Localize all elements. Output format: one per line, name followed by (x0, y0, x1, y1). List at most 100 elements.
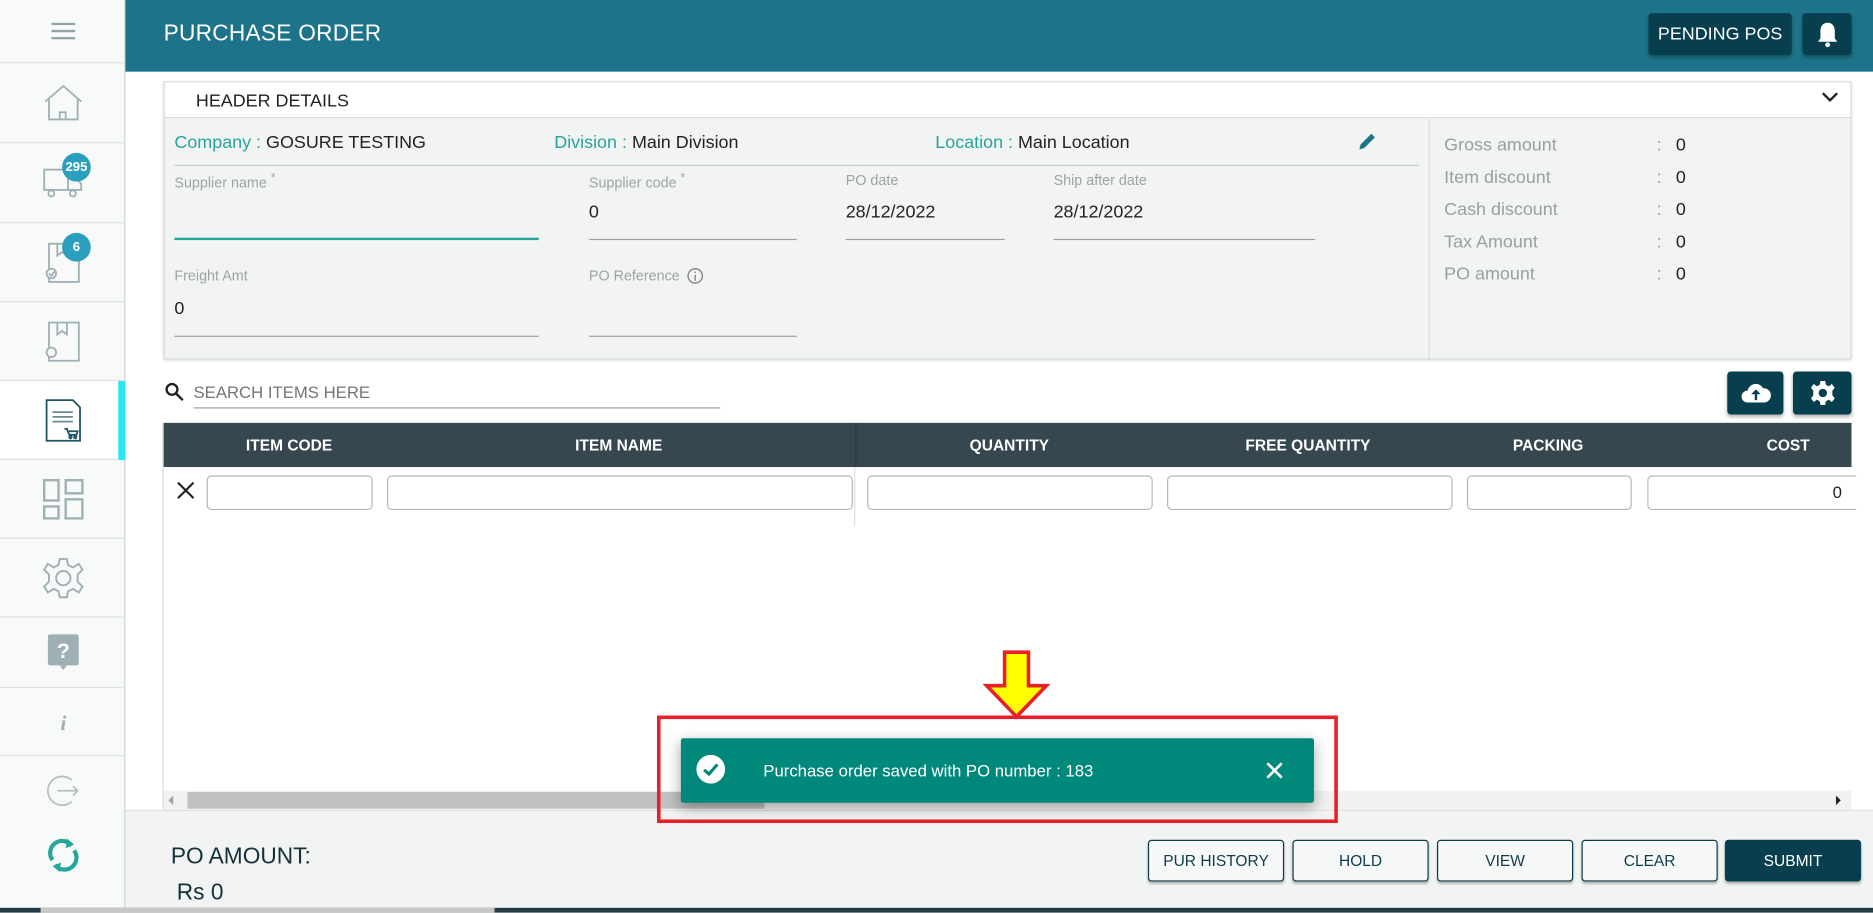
separator: : (1656, 167, 1662, 188)
cash-discount-value: 0 (1675, 199, 1686, 220)
upload-button[interactable] (1727, 371, 1784, 415)
column-item-name: ITEM NAME (575, 435, 663, 454)
location-field: Location : Main Location (935, 132, 1130, 153)
company-field: Company : GOSURE TESTING (174, 132, 427, 153)
separator: : (1656, 231, 1662, 253)
free-quantity-input[interactable] (1167, 475, 1453, 511)
divider (174, 164, 1420, 167)
sidebar: 295 6 ? i (0, 0, 126, 913)
info-circle-icon[interactable] (687, 268, 704, 285)
table-header: ITEM CODE ITEM NAME QUANTITY FREE QUANTI… (163, 422, 1852, 468)
pur-history-button[interactable]: PUR HISTORY (1147, 839, 1285, 882)
info-icon: i (60, 711, 66, 734)
scroll-left-arrow-icon[interactable] (168, 795, 174, 806)
sync-button[interactable] (0, 824, 125, 886)
supplier-name-input[interactable] (174, 202, 539, 241)
pending-pos-button[interactable]: PENDING POS (1648, 13, 1792, 55)
page-title: PURCHASE ORDER (163, 21, 382, 47)
search-items-input[interactable] (193, 375, 721, 409)
packing-input[interactable] (1466, 475, 1632, 511)
section-title: HEADER DETAILS (195, 90, 349, 112)
gross-amount-value: 0 (1675, 134, 1686, 156)
view-button[interactable]: VIEW (1437, 839, 1574, 882)
supplier-name-label: Supplier name * (174, 172, 276, 192)
item-name-input[interactable] (387, 475, 853, 511)
po-reference-input[interactable] (588, 299, 797, 337)
box-return-icon (45, 321, 80, 362)
tax-amount-value: 0 (1675, 231, 1686, 253)
grid-icon (42, 478, 84, 520)
edit-pencil-icon[interactable] (1358, 131, 1377, 150)
supplier-code-label: Supplier code * (588, 172, 686, 192)
sidebar-item-info[interactable]: i (0, 688, 126, 757)
freight-label: Freight Amt (174, 267, 248, 285)
annotation-highlight-box (656, 715, 1338, 824)
freight-input[interactable]: 0 (174, 299, 539, 337)
item-discount-label: Item discount (1444, 167, 1551, 188)
hold-button[interactable]: HOLD (1292, 839, 1429, 882)
active-indicator (118, 381, 126, 460)
hamburger-icon (50, 22, 75, 40)
submit-button[interactable]: SUBMIT (1724, 839, 1862, 882)
po-reference-label: PO Reference (589, 268, 704, 285)
table-settings-button[interactable] (1792, 371, 1852, 415)
supplier-code-input[interactable]: 0 (588, 202, 797, 241)
logout-icon (46, 774, 79, 806)
po-amount-label: PO amount (1444, 263, 1535, 285)
header-details-toggle[interactable]: HEADER DETAILS (164, 82, 1851, 119)
separator: : (1656, 263, 1662, 285)
delivery-badge: 295 (62, 152, 91, 182)
chevron-down-icon[interactable] (1821, 91, 1839, 103)
sidebar-item-purchase-order[interactable] (0, 381, 126, 460)
po-date-input[interactable]: 28/12/2022 (845, 202, 1005, 241)
scroll-right-arrow-icon[interactable] (1835, 795, 1841, 806)
item-code-input[interactable] (206, 475, 373, 511)
po-amount-title: PO AMOUNT: (170, 844, 311, 870)
menu-button[interactable] (0, 0, 126, 64)
gross-amount-label: Gross amount (1444, 134, 1557, 156)
po-amount-value: 0 (1675, 263, 1686, 285)
po-amount-total: Rs 0 (176, 880, 224, 906)
column-cost: COST (1766, 435, 1810, 454)
annotation-arrow-icon (982, 650, 1051, 720)
cloud-upload-icon (1741, 383, 1771, 403)
separator: : (1656, 134, 1662, 156)
ship-after-date-label: Ship after date (1053, 172, 1147, 189)
bottom-scroll-thumb (40, 907, 495, 913)
top-bar: PURCHASE ORDER PENDING POS (125, 0, 1873, 72)
separator: : (1656, 199, 1662, 220)
sidebar-item-returns[interactable] (0, 302, 126, 382)
received-badge: 6 (62, 232, 91, 262)
header-details-card: HEADER DETAILS Company : GOSURE TESTING … (163, 81, 1852, 360)
sidebar-item-home[interactable] (0, 63, 126, 144)
svg-text:i: i (60, 711, 66, 734)
sidebar-item-logout[interactable] (0, 756, 125, 824)
svg-text:?: ? (56, 639, 69, 663)
tax-amount-label: Tax Amount (1444, 231, 1538, 253)
notifications-button[interactable] (1802, 13, 1852, 55)
bell-icon (1817, 22, 1837, 47)
column-free-quantity: FREE QUANTITY (1245, 435, 1371, 454)
column-item-code: ITEM CODE (245, 435, 333, 454)
sidebar-item-received[interactable]: 6 (0, 223, 126, 303)
ship-after-date-input[interactable]: 28/12/2022 (1053, 202, 1316, 241)
column-divider (854, 467, 856, 527)
quantity-input[interactable] (867, 475, 1153, 511)
search-icon (165, 382, 184, 402)
cost-input[interactable]: 0 (1647, 475, 1857, 511)
column-packing: PACKING (1512, 435, 1584, 454)
po-date-label: PO date (845, 172, 899, 189)
sidebar-item-settings[interactable] (0, 539, 126, 618)
remove-row-icon[interactable] (177, 481, 195, 499)
gear-icon (1810, 381, 1835, 405)
document-cart-icon (45, 398, 81, 442)
clear-button[interactable]: CLEAR (1581, 839, 1718, 882)
gear-icon (42, 557, 84, 598)
sidebar-item-help[interactable]: ? (0, 618, 126, 689)
amount-summary: Gross amount:0 Item discount:0 Cash disc… (1428, 118, 1852, 360)
item-discount-value: 0 (1675, 167, 1686, 188)
sync-icon (47, 838, 78, 872)
sidebar-item-delivery[interactable]: 295 (0, 143, 126, 224)
sidebar-item-dashboard[interactable] (0, 460, 126, 539)
column-quantity: QUANTITY (969, 435, 1050, 454)
